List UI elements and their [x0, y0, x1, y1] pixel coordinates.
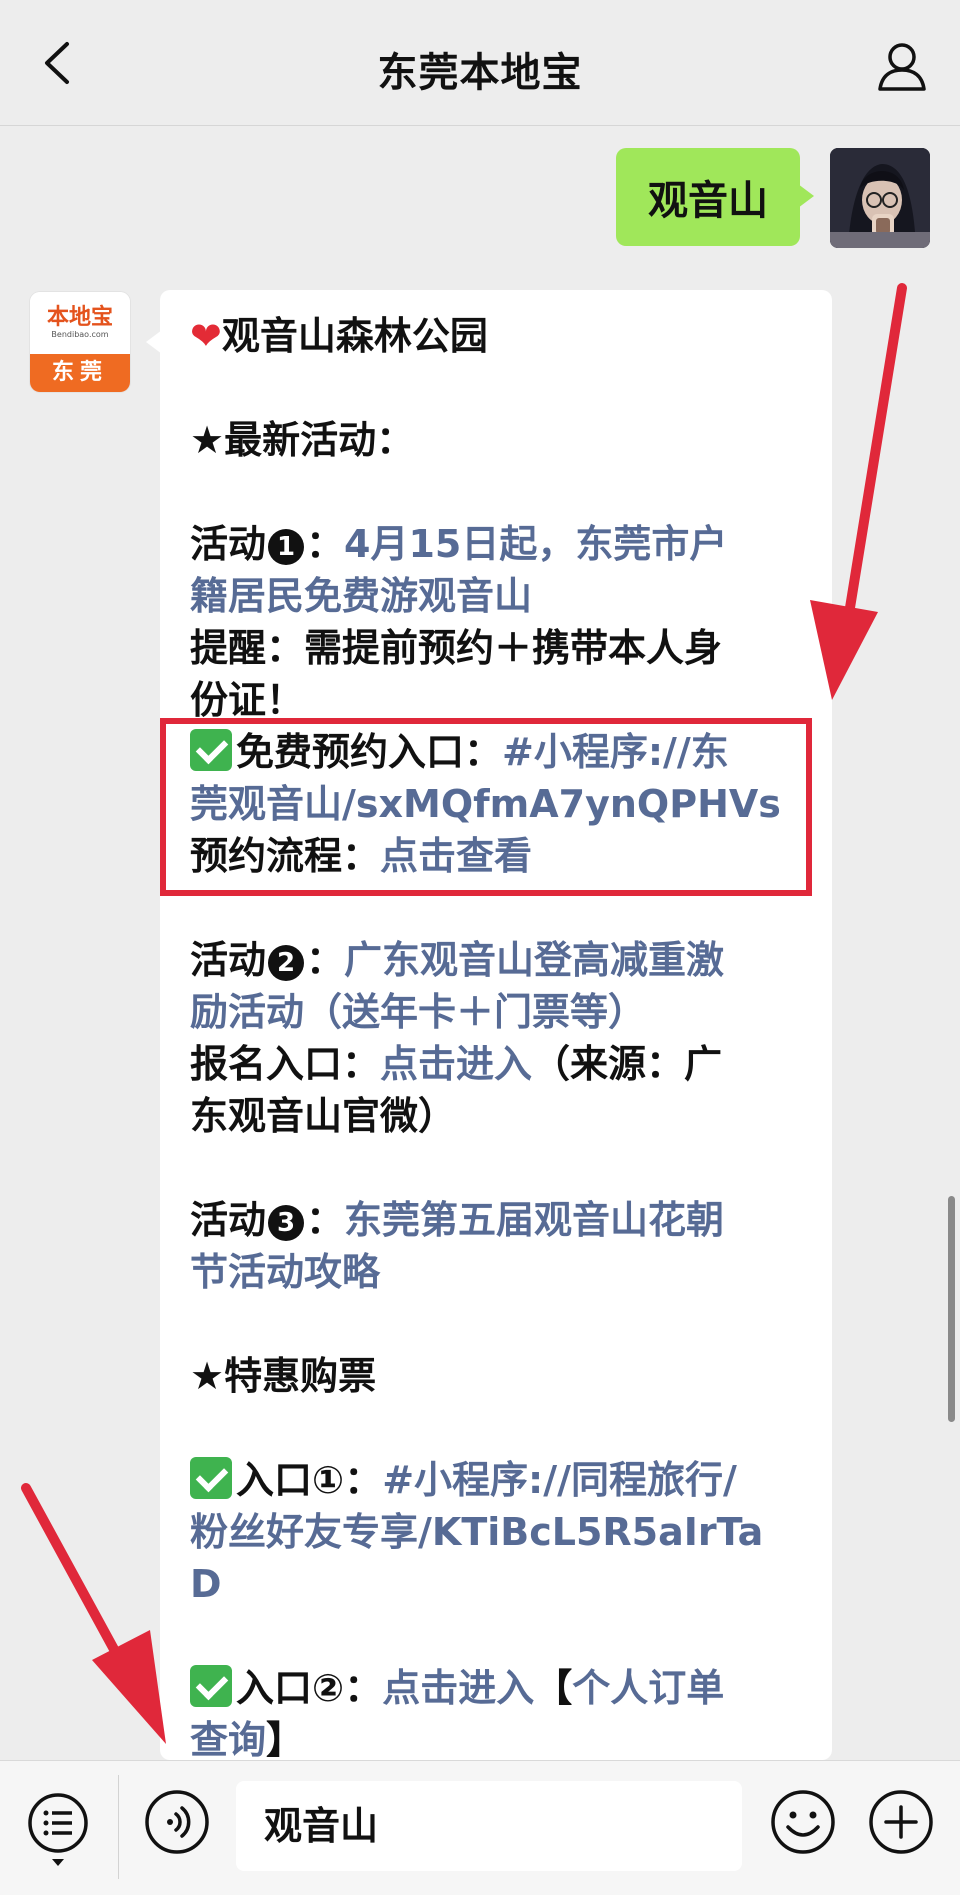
entry-2-bracket-close: 】	[266, 1718, 305, 1760]
voice-button[interactable]	[142, 1787, 212, 1857]
activity-3-link[interactable]: 东莞第五届观音山花朝	[344, 1198, 724, 1242]
activity-3-link-cont[interactable]: 节活动攻略	[190, 1250, 380, 1294]
check-icon	[190, 729, 232, 771]
activity-1-link-cont[interactable]: 籍居民免费游观音山	[190, 574, 532, 618]
activity-1-number-icon: 1	[268, 529, 305, 565]
emoji-icon	[771, 1790, 835, 1854]
chat-header: 东莞本地宝	[0, 0, 960, 126]
activity-2-colon: ：	[306, 938, 345, 982]
user-avatar-image	[830, 148, 930, 248]
heart-icon: ❤	[190, 314, 222, 358]
profile-icon	[878, 43, 926, 91]
outgoing-message-bubble[interactable]: 观音山	[616, 148, 814, 246]
signup-source: （来源：广	[532, 1042, 723, 1086]
bot-logo-city: 东莞	[30, 354, 130, 392]
emoji-button[interactable]	[768, 1787, 838, 1857]
incoming-message-text: ❤观音山森林公园 ★最新活动： 活动 1 ：4月15日起，东莞市户 籍居民免费游观音…	[190, 310, 810, 1760]
free-booking-label: 免费预约入口：	[236, 730, 503, 774]
booking-flow-line: 预约流程：点击查看	[190, 830, 810, 882]
activity-2-link[interactable]: 广东观音山登高减重激	[344, 938, 724, 982]
chat-scrollbar[interactable]	[948, 1196, 955, 1422]
bot-logo-text: 本地宝	[46, 305, 113, 330]
bot-logo-subtext: Bendibao.com	[51, 330, 109, 339]
entry-1-link-cont-2[interactable]: D	[190, 1562, 222, 1606]
signup-link[interactable]: 点击进入	[380, 1042, 532, 1086]
activity-1-link[interactable]: 4月15日起，东莞市户	[344, 522, 727, 566]
entry-2-number: ②	[312, 1666, 345, 1710]
booking-flow-label: 预约流程：	[190, 834, 381, 878]
incoming-message-bubble[interactable]: ❤观音山森林公园 ★最新活动： 活动 1 ：4月15日起，东莞市户 籍居民免费游观音…	[160, 290, 832, 1760]
activity-2-line: 活动 2 ：广东观音山登高减重激	[190, 934, 810, 986]
section-latest-activities: ★最新活动：	[190, 418, 415, 462]
section-discount-tickets: ★特惠购票	[190, 1354, 377, 1398]
reminder-line: 提醒：需提前预约＋携带本人身	[190, 626, 723, 670]
outgoing-message-text: 观音山	[648, 178, 768, 224]
entry-1-number: ①	[312, 1458, 345, 1502]
entry-2-bracket-open: 【	[534, 1666, 573, 1710]
profile-button[interactable]	[872, 36, 932, 96]
user-avatar[interactable]	[830, 148, 930, 248]
input-toolbar: 观音山	[0, 1760, 960, 1895]
check-icon	[190, 1457, 232, 1499]
entry-1-colon: ：	[344, 1458, 383, 1502]
activity-3-label: 活动	[190, 1198, 267, 1242]
entry-1-link[interactable]: #小程序://同程旅行/	[382, 1458, 737, 1502]
activity-2-number-icon: 2	[268, 945, 305, 981]
voice-icon	[145, 1790, 209, 1854]
plus-icon	[869, 1790, 933, 1854]
check-icon	[190, 1665, 232, 1707]
free-booking-link-cont[interactable]: 莞观音山/sxMQfmA7ynQPHVs	[190, 782, 781, 826]
reminder-line-cont: 份证！	[190, 678, 305, 722]
order-query-link[interactable]: 个人订单	[572, 1666, 724, 1710]
entry-1-label: 入口	[236, 1458, 313, 1502]
activity-3-line: 活动 3 ：东莞第五届观音山花朝	[190, 1194, 810, 1246]
plus-button[interactable]	[866, 1787, 936, 1857]
bot-avatar[interactable]: 本地宝 Bendibao.com 东莞	[30, 292, 130, 392]
activity-3-number-icon: 3	[268, 1205, 305, 1241]
menu-button[interactable]	[24, 1789, 94, 1869]
activity-2-label: 活动	[190, 938, 267, 982]
entry-2-label: 入口	[236, 1666, 313, 1710]
free-booking-entry-line: 免费预约入口：#小程序://东	[190, 726, 810, 778]
activity-3-colon: ：	[306, 1198, 345, 1242]
toolbar-divider	[118, 1775, 119, 1879]
free-booking-link[interactable]: #小程序://东	[502, 730, 729, 774]
arrow-left-down	[21, 1483, 166, 1744]
signup-line: 报名入口：点击进入（来源：广	[190, 1038, 810, 1090]
entry-2-colon: ：	[344, 1666, 383, 1710]
entry-1-link-cont[interactable]: 粉丝好友专享/KTiBcL5R5aIrTa	[190, 1510, 763, 1554]
chat-title: 东莞本地宝	[377, 50, 583, 96]
entry-2-line: 入口②：点击进入【个人订单	[190, 1662, 810, 1714]
activity-1-label: 活动	[190, 522, 267, 566]
activity-2-link-cont[interactable]: 励活动（送年卡＋门票等）	[190, 990, 646, 1034]
menu-list-icon	[28, 1793, 88, 1866]
entry-2-link[interactable]: 点击进入	[382, 1666, 534, 1710]
activity-1-colon: ：	[306, 522, 345, 566]
booking-flow-link[interactable]: 点击查看	[380, 834, 532, 878]
message-input[interactable]: 观音山	[236, 1781, 742, 1871]
order-query-link-cont[interactable]: 查询	[190, 1718, 266, 1760]
message-title-line: ❤观音山森林公园	[190, 310, 810, 362]
activity-1-line: 活动 1 ：4月15日起，东莞市户	[190, 518, 810, 570]
entry-1-line: 入口①：#小程序://同程旅行/	[190, 1454, 810, 1506]
message-title: 观音山森林公园	[221, 314, 488, 358]
signup-label: 报名入口：	[190, 1042, 381, 1086]
bot-logo-top: 本地宝 Bendibao.com	[30, 292, 130, 354]
signup-source-cont: 东观音山官微）	[190, 1094, 457, 1138]
